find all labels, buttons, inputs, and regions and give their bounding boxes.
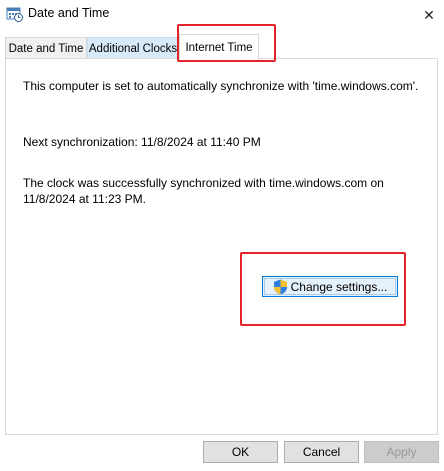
close-button[interactable]: ✕ [414, 0, 444, 30]
tab-label: Internet Time [185, 41, 253, 54]
ok-button[interactable]: OK [203, 441, 278, 463]
next-sync-text: Next synchronization: 11/8/2024 at 11:40… [23, 135, 261, 149]
window-title: Date and Time [28, 6, 110, 20]
internet-time-panel: This computer is set to automatically sy… [5, 58, 438, 435]
cancel-button[interactable]: Cancel [284, 441, 359, 463]
tab-additional-clocks[interactable]: Additional Clocks [87, 37, 179, 59]
uac-shield-icon [273, 279, 287, 294]
tab-label: Additional Clocks [88, 42, 178, 55]
title-bar: Date and Time ✕ [0, 0, 444, 30]
last-sync-text-line2: 11/8/2024 at 11:23 PM. [23, 192, 146, 206]
change-settings-button[interactable]: Change settings... [262, 276, 398, 297]
ok-label: OK [231, 445, 250, 459]
date-time-icon [6, 7, 23, 22]
change-settings-label: Change settings... [290, 279, 388, 294]
tab-internet-time[interactable]: Internet Time [179, 34, 259, 60]
apply-label: Apply [386, 445, 417, 459]
last-sync-text-line1: The clock was successfully synchronized … [23, 176, 384, 190]
tab-date-and-time[interactable]: Date and Time [5, 37, 87, 59]
tab-label: Date and Time [8, 42, 84, 55]
close-icon: ✕ [423, 6, 435, 23]
apply-button[interactable]: Apply [364, 441, 439, 463]
sync-status-text: This computer is set to automatically sy… [23, 79, 419, 93]
cancel-label: Cancel [302, 445, 341, 459]
